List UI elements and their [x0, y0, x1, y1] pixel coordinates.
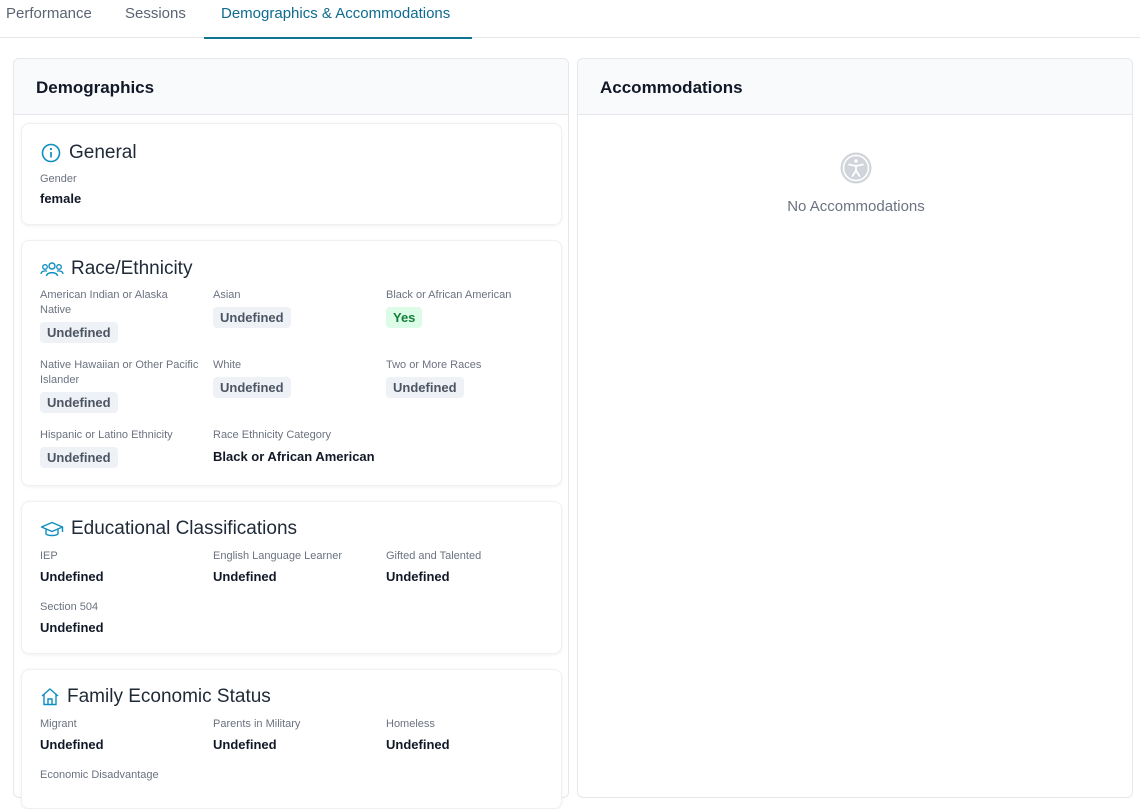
undefined-badge: Undefined	[213, 307, 291, 328]
tab-bar: Performance Sessions Demographics & Acco…	[0, 0, 1140, 39]
family-field-homeless: Homeless Undefined	[386, 717, 551, 752]
educational-classifications-card: Educational Classifications IEP Undefine…	[21, 501, 562, 654]
info-icon	[40, 142, 62, 164]
education-card-header: Educational Classifications	[40, 518, 297, 540]
race-field-two-or-more: Two or More Races Undefined	[386, 358, 551, 398]
field-label: Section 504	[40, 601, 99, 613]
general-card: General Gender female	[21, 123, 562, 225]
tab-sessions[interactable]: Sessions	[125, 0, 186, 38]
family-field-parents-military: Parents in Military Undefined	[213, 717, 378, 752]
general-title: General	[69, 142, 137, 163]
education-title: Educational Classifications	[71, 518, 298, 539]
field-label: English Language Learner	[213, 550, 343, 562]
undefined-badge: Undefined	[213, 377, 291, 398]
undefined-badge: Undefined	[40, 447, 118, 468]
graduation-cap-icon	[40, 518, 64, 540]
undefined-badge: Undefined	[386, 377, 464, 398]
demographics-panel: Demographics General Gender female Race/…	[13, 58, 569, 809]
race-field-hispanic: Hispanic or Latino Ethnicity Undefined	[40, 428, 205, 468]
field-label: Two or More Races	[386, 359, 482, 371]
family-field-economic-disadvantage: Economic Disadvantage	[40, 768, 205, 788]
demographics-title: Demographics	[14, 59, 568, 115]
race-title: Race/Ethnicity	[71, 258, 193, 279]
field-value: Undefined	[386, 569, 450, 584]
field-value: Undefined	[40, 620, 104, 635]
undefined-badge: Undefined	[40, 322, 118, 343]
gender-label: Gender	[40, 173, 77, 185]
yes-badge: Yes	[386, 307, 423, 328]
field-value: Undefined	[213, 737, 277, 752]
accommodations-title: Accommodations	[578, 59, 1132, 115]
field-value: Undefined	[386, 737, 450, 752]
edu-field-section-504: Section 504 Undefined	[40, 600, 205, 635]
family-card-header: Family Economic Status	[40, 686, 271, 708]
field-value: Undefined	[40, 737, 104, 752]
gender-value: female	[40, 191, 82, 206]
home-icon	[40, 686, 60, 708]
field-label: White	[213, 359, 242, 371]
field-value: Undefined	[213, 569, 277, 584]
race-card-header: Race/Ethnicity	[40, 258, 192, 280]
field-label: Asian	[213, 289, 241, 301]
tab-demographics-accommodations[interactable]: Demographics & Accommodations	[204, 0, 472, 39]
race-field-black: Black or African American Yes	[386, 288, 551, 328]
field-label: IEP	[40, 550, 58, 562]
general-card-header: General	[40, 142, 137, 164]
undefined-badge: Undefined	[40, 392, 118, 413]
family-title: Family Economic Status	[67, 686, 271, 707]
users-icon	[40, 258, 64, 280]
race-field-white: White Undefined	[213, 358, 378, 398]
field-label: Race Ethnicity Category	[213, 429, 331, 441]
race-ethnicity-card: Race/Ethnicity American Indian or Alaska…	[21, 240, 562, 486]
race-field-american-indian: American Indian or Alaska Native Undefin…	[40, 288, 200, 343]
race-field-native-hawaiian: Native Hawaiian or Other Pacific Islande…	[40, 358, 205, 413]
field-label: American Indian or Alaska Native	[40, 289, 168, 316]
field-label: Migrant	[40, 718, 77, 730]
no-accommodations-text: No Accommodations	[787, 198, 925, 215]
gender-field: Gender female	[40, 172, 205, 206]
tab-performance[interactable]: Performance	[6, 0, 92, 38]
field-value: Undefined	[40, 569, 104, 584]
edu-field-iep: IEP Undefined	[40, 549, 205, 584]
race-field-category: Race Ethnicity Category Black or African…	[213, 428, 393, 464]
accessibility-icon	[839, 152, 873, 189]
edu-field-ell: English Language Learner Undefined	[213, 549, 378, 584]
field-label: Black or African American	[386, 289, 512, 301]
field-label: Hispanic or Latino Ethnicity	[40, 429, 173, 441]
field-label: Gifted and Talented	[386, 550, 482, 562]
race-field-asian: Asian Undefined	[213, 288, 378, 328]
accommodations-panel: Accommodations No Accommodations	[577, 58, 1133, 798]
edu-field-gifted: Gifted and Talented Undefined	[386, 549, 551, 584]
family-economic-status-card: Family Economic Status Migrant Undefined…	[21, 669, 562, 809]
field-value: Black or African American	[213, 449, 375, 464]
accommodations-empty-state: No Accommodations	[578, 151, 1134, 215]
field-label: Parents in Military	[213, 718, 301, 730]
field-label: Native Hawaiian or Other Pacific Islande…	[40, 359, 199, 386]
field-label: Homeless	[386, 718, 435, 730]
family-field-migrant: Migrant Undefined	[40, 717, 205, 752]
